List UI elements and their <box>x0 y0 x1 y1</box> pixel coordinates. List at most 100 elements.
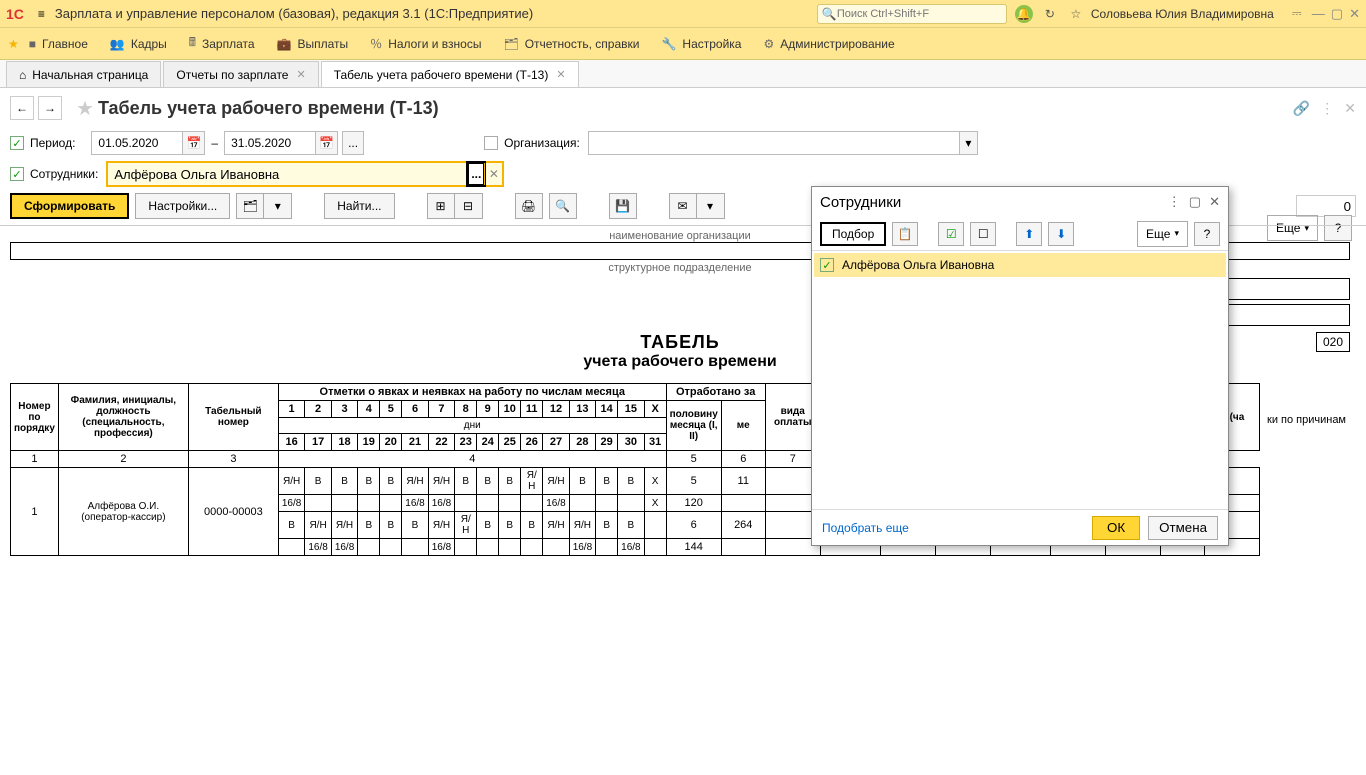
link-icon[interactable]: 🔗 <box>1293 100 1310 117</box>
main-menu: ★ ■Главное 👥Кадры 🖩Зарплата 💼Выплаты ％На… <box>0 28 1366 60</box>
variants-button[interactable]: 🗂 <box>236 193 264 219</box>
popup-more-button[interactable]: Еще▾ <box>1137 221 1188 247</box>
email-button[interactable]: ✉ <box>669 193 697 219</box>
preview-button[interactable]: 🔍 <box>549 193 577 219</box>
pick-more-link[interactable]: Подобрать еще <box>822 521 909 535</box>
period-checkbox[interactable]: ✓ <box>10 136 24 150</box>
hdr-fio: Фамилия, инициалы, должность (специально… <box>58 384 188 451</box>
coln-3: 3 <box>188 451 278 468</box>
generate-button[interactable]: Сформировать <box>10 193 129 219</box>
cell <box>455 539 477 556</box>
popup-kebab-icon[interactable]: ⋮ <box>1168 194 1181 210</box>
menu-main[interactable]: ■Главное <box>29 37 88 51</box>
day-header: 26 <box>521 434 543 451</box>
cancel-button[interactable]: Отмена <box>1148 516 1218 540</box>
popup-list-item[interactable]: ✓ Алфёрова Ольга Ивановна <box>814 253 1226 277</box>
calendar-icon[interactable]: 📅 <box>315 132 337 154</box>
settings-button[interactable]: Настройки... <box>135 193 230 219</box>
org-input[interactable]: ▾ <box>588 131 978 155</box>
paste-button[interactable]: 📋 <box>892 222 918 246</box>
absence-caption: ки по причинам <box>1263 412 1350 428</box>
cell <box>521 495 543 512</box>
cell: В <box>477 468 499 495</box>
global-search[interactable]: 🔍 <box>817 4 1007 24</box>
favorites-icon[interactable]: ★ <box>8 37 19 51</box>
collapse-button[interactable]: ⊟ <box>455 193 483 219</box>
popup-help-button[interactable]: ? <box>1194 222 1220 246</box>
popup-maximize-icon[interactable]: ▢ <box>1189 194 1201 210</box>
variants-dd[interactable]: ▾ <box>264 193 292 219</box>
cell: 16/8 <box>569 539 595 556</box>
org-field[interactable] <box>589 132 959 154</box>
chevron-down-icon[interactable]: ▾ <box>959 132 977 154</box>
day-header: 1 <box>278 401 304 418</box>
tab-reports[interactable]: Отчеты по зарплате✕ <box>163 61 318 87</box>
tab-home[interactable]: Начальная страница <box>6 61 161 87</box>
cell <box>477 539 499 556</box>
sum-field[interactable] <box>1296 195 1356 217</box>
minimize-button[interactable]: — <box>1312 6 1325 21</box>
menu-icon[interactable]: ≡ <box>38 7 45 21</box>
cell: 16/8 <box>402 495 428 512</box>
day-header: 19 <box>358 434 380 451</box>
close-icon[interactable]: ✕ <box>556 68 565 81</box>
uncheck-all-button[interactable]: ☐ <box>970 222 996 246</box>
kebab-icon[interactable]: ⋮ <box>1320 100 1334 117</box>
popup-list[interactable]: ✓ Алфёрова Ольга Ивановна <box>812 251 1228 509</box>
cell: 11 <box>721 468 765 495</box>
history-icon[interactable]: ↻ <box>1041 7 1059 21</box>
search-input[interactable] <box>837 8 1002 20</box>
bell-icon[interactable]: 🔔 <box>1015 5 1033 23</box>
emp-field[interactable] <box>108 163 468 185</box>
hdr-tabno: Табельный номер <box>188 384 278 451</box>
expand-button[interactable]: ⊞ <box>427 193 455 219</box>
date-to-input[interactable] <box>225 132 315 154</box>
emp-pick-button[interactable]: ... <box>466 161 486 187</box>
save-button[interactable]: 💾 <box>609 193 637 219</box>
date-from[interactable]: 📅 <box>91 131 205 155</box>
move-up-button[interactable]: ⬆ <box>1016 222 1042 246</box>
emp-label: Сотрудники: <box>30 167 98 181</box>
star-icon[interactable]: ☆ <box>1067 7 1085 21</box>
calendar-icon[interactable]: 📅 <box>182 132 204 154</box>
menu-nastroika[interactable]: 🔧Настройка <box>661 37 741 51</box>
close-icon[interactable]: ✕ <box>296 68 305 81</box>
print-button[interactable]: 🖨 <box>515 193 543 219</box>
emp-clear-button[interactable]: ✕ <box>484 163 502 185</box>
back-button[interactable]: ← <box>10 96 34 120</box>
cell: Я/Н <box>569 512 595 539</box>
filter-icon[interactable]: ⎓ <box>1288 6 1306 21</box>
emp-input[interactable]: ... ✕ <box>106 161 504 187</box>
org-checkbox[interactable] <box>484 136 498 150</box>
find-button[interactable]: Найти... <box>324 193 394 219</box>
tab-tabel[interactable]: Табель учета рабочего времени (Т-13)✕ <box>321 61 579 87</box>
menu-admin[interactable]: ⚙Администрирование <box>763 37 894 51</box>
day-header: 9 <box>477 401 499 418</box>
period-picker-button[interactable]: ... <box>342 131 364 155</box>
ok-button[interactable]: ОК <box>1092 516 1140 540</box>
day-header: 6 <box>402 401 428 418</box>
menu-vyplaty[interactable]: 💼Выплаты <box>277 37 349 51</box>
menu-nalogi[interactable]: ％Налоги и взносы <box>370 35 481 52</box>
menu-otchet[interactable]: 🗂Отчетность, справки <box>503 37 639 51</box>
cell: Я/Н <box>543 512 569 539</box>
move-down-button[interactable]: ⬇ <box>1048 222 1074 246</box>
cell: В <box>521 512 543 539</box>
menu-zarplata[interactable]: 🖩Зарплата <box>189 33 255 54</box>
emp-checkbox[interactable]: ✓ <box>10 167 24 181</box>
menu-kadry[interactable]: 👥Кадры <box>110 37 167 51</box>
email-dd[interactable]: ▾ <box>697 193 725 219</box>
date-from-input[interactable] <box>92 132 182 154</box>
maximize-button[interactable]: ▢ <box>1331 6 1343 22</box>
close-button[interactable]: ✕ <box>1349 6 1360 22</box>
check-all-button[interactable]: ☑ <box>938 222 964 246</box>
username: Соловьева Юлия Владимировна <box>1091 7 1274 21</box>
close-page-icon[interactable]: ✕ <box>1344 100 1356 117</box>
cell: В <box>499 512 521 539</box>
date-to[interactable]: 📅 <box>224 131 338 155</box>
podbor-button[interactable]: Подбор <box>820 222 886 246</box>
item-checkbox[interactable]: ✓ <box>820 258 834 272</box>
favorite-toggle[interactable]: ★ <box>76 96 94 121</box>
forward-button[interactable]: → <box>38 96 62 120</box>
popup-close-icon[interactable]: ✕ <box>1209 194 1220 210</box>
